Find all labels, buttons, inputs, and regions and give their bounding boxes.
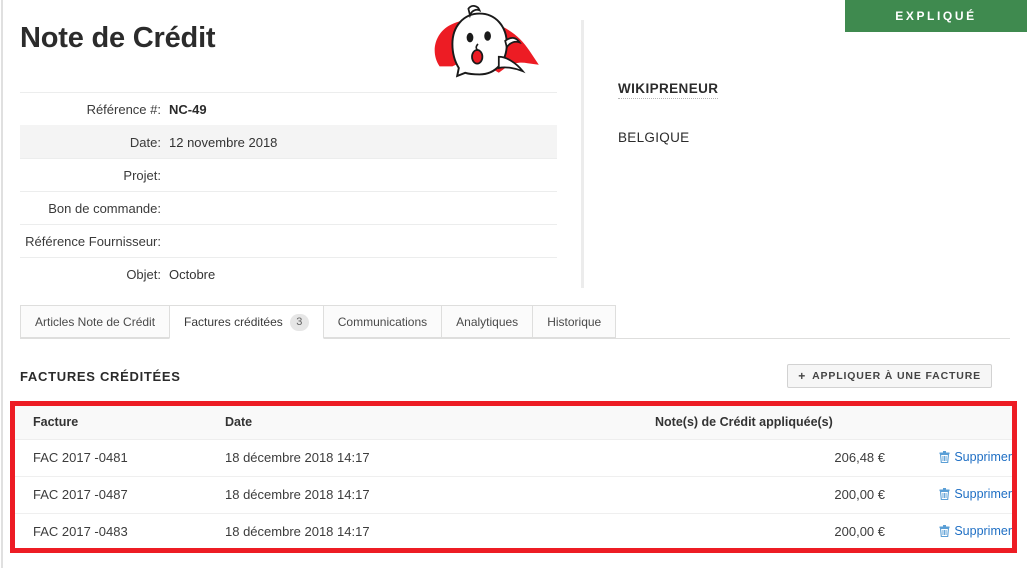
tab-label: Factures créditées	[184, 315, 283, 329]
field-list: Référence #: NC-49 Date: 12 novembre 201…	[20, 92, 557, 290]
credit-note-summary: Note de Crédit Référence #: NC-49 Date: …	[20, 0, 557, 290]
field-label: Objet:	[126, 266, 161, 282]
trash-icon	[939, 450, 950, 463]
credit-note-page: EXPLIQUÉ Note de Crédit Référence #: NC-…	[0, 0, 1027, 568]
table-row: FAC 2017 -0481 18 décembre 2018 14:17 20…	[15, 439, 1012, 477]
cell-amount: 200,00 €	[655, 476, 885, 514]
field-value: 12 novembre 2018	[169, 134, 278, 150]
cell-amount: 206,48 €	[655, 439, 885, 477]
field-label: Date:	[129, 134, 161, 150]
credited-invoices-table: Facture Date Note(s) de Crédit appliquée…	[15, 406, 1012, 548]
field-row: Référence Fournisseur:	[20, 224, 557, 257]
cell-facture: FAC 2017 -0481	[15, 439, 225, 477]
tab-analytiques[interactable]: Analytiques	[441, 305, 533, 338]
trash-icon	[939, 524, 950, 537]
table-header: Facture Date Note(s) de Crédit appliquée…	[15, 406, 1012, 440]
tab-communications[interactable]: Communications	[323, 305, 442, 338]
document-header: Note de Crédit	[20, 0, 557, 92]
cell-date: 18 décembre 2018 14:17	[225, 476, 655, 514]
field-row: Objet: Octobre	[20, 257, 557, 290]
cell-action: Supprimer	[885, 439, 1012, 477]
tab-factures-creditees[interactable]: Factures créditées 3	[169, 305, 324, 339]
tab-label: Articles Note de Crédit	[35, 314, 156, 329]
tab-historique[interactable]: Historique	[532, 305, 617, 338]
cell-amount: 200,00 €	[834, 524, 885, 539]
table-header-row: Facture Date Note(s) de Crédit appliquée…	[15, 406, 1012, 440]
panel-divider	[581, 20, 584, 288]
page-title: Note de Crédit	[20, 22, 216, 54]
credited-invoices-highlight-box: Facture Date Note(s) de Crédit appliquée…	[10, 401, 1017, 553]
table-body: FAC 2017 -0481 18 décembre 2018 14:17 20…	[15, 439, 1012, 548]
column-header-date: Date	[225, 406, 655, 440]
field-row: Référence #: NC-49	[20, 92, 557, 125]
field-row: Projet:	[20, 158, 557, 191]
party-name[interactable]: WIKIPRENEUR	[618, 81, 719, 99]
party-info: WIKIPRENEUR BELGIQUE	[618, 80, 948, 145]
apply-to-invoice-button[interactable]: + APPLIQUER À UNE FACTURE	[787, 364, 992, 388]
tab-label: Analytiques	[456, 314, 519, 329]
cell-date: 18 décembre 2018 14:17	[225, 439, 655, 477]
field-label: Référence #:	[86, 101, 161, 117]
page-left-rule	[1, 0, 3, 568]
field-row: Date: 12 novembre 2018	[20, 125, 557, 158]
column-header-action	[885, 406, 1012, 440]
table-row: FAC 2017 -0487 18 décembre 2018 14:17 20…	[15, 476, 1012, 514]
trash-icon	[939, 487, 950, 500]
plus-icon: +	[798, 369, 807, 383]
cell-facture: FAC 2017 -0483	[33, 524, 128, 539]
party-country: BELGIQUE	[618, 130, 690, 145]
delete-label: Supprimer	[954, 486, 1012, 501]
delete-link[interactable]: Supprimer	[939, 487, 1012, 501]
tab-label: Communications	[337, 314, 428, 329]
cell-facture: FAC 2017 -0487	[15, 476, 225, 514]
delete-link[interactable]: Supprimer	[939, 524, 1012, 538]
apply-button-label: APPLIQUER À UNE FACTURE	[812, 370, 981, 382]
field-value: NC-49	[169, 101, 207, 117]
section-header: FACTURES CRÉDITÉES + APPLIQUER À UNE FAC…	[20, 364, 1010, 392]
tab-badge-count: 3	[289, 313, 309, 331]
field-label: Référence Fournisseur:	[25, 233, 161, 249]
column-header-facture: Facture	[15, 406, 225, 440]
tab-articles-note-de-credit[interactable]: Articles Note de Crédit	[20, 305, 170, 338]
delete-link[interactable]: Supprimer	[939, 450, 1012, 464]
section-title: FACTURES CRÉDITÉES	[20, 369, 181, 384]
table-row: FAC 2017 -0483 18 décembre 2018 14:17 20…	[15, 513, 1012, 548]
cell-date: 18 décembre 2018 14:17	[225, 524, 370, 539]
delete-label: Supprimer	[954, 523, 1012, 538]
field-value: Octobre	[169, 266, 216, 282]
status-badge-explained[interactable]: EXPLIQUÉ	[845, 0, 1027, 32]
cell-action: Supprimer	[885, 476, 1012, 514]
delete-label: Supprimer	[954, 449, 1012, 464]
field-label: Projet:	[123, 167, 161, 183]
ghost-logo-icon	[407, 4, 557, 92]
column-header-amount: Note(s) de Crédit appliquée(s)	[655, 406, 885, 440]
tab-bar: Articles Note de Crédit Factures crédité…	[20, 305, 1010, 339]
field-row: Bon de commande:	[20, 191, 557, 224]
tab-label: Historique	[547, 314, 602, 329]
field-label: Bon de commande:	[48, 200, 161, 216]
cell-action: Supprimer	[885, 513, 1012, 548]
